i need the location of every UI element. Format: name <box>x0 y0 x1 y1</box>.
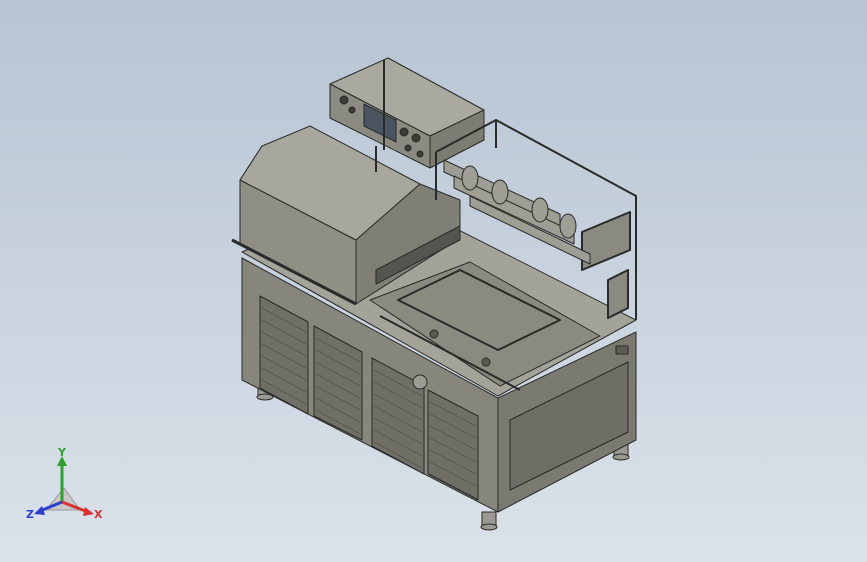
coordinate-triad: Y X Z <box>24 446 108 526</box>
z-axis-label: Z <box>26 508 34 521</box>
x-axis-tip <box>83 507 94 516</box>
3d-viewport[interactable]: Y X Z <box>0 0 867 562</box>
x-axis-label: X <box>94 508 103 521</box>
guide-knob <box>481 357 491 367</box>
door-lock <box>412 374 428 390</box>
y-axis-label: Y <box>57 446 67 459</box>
shrink-wrap-machine-model[interactable] <box>0 0 867 562</box>
z-axis-tip <box>34 506 45 515</box>
switch-box <box>615 345 629 355</box>
guide-knob <box>429 329 439 339</box>
